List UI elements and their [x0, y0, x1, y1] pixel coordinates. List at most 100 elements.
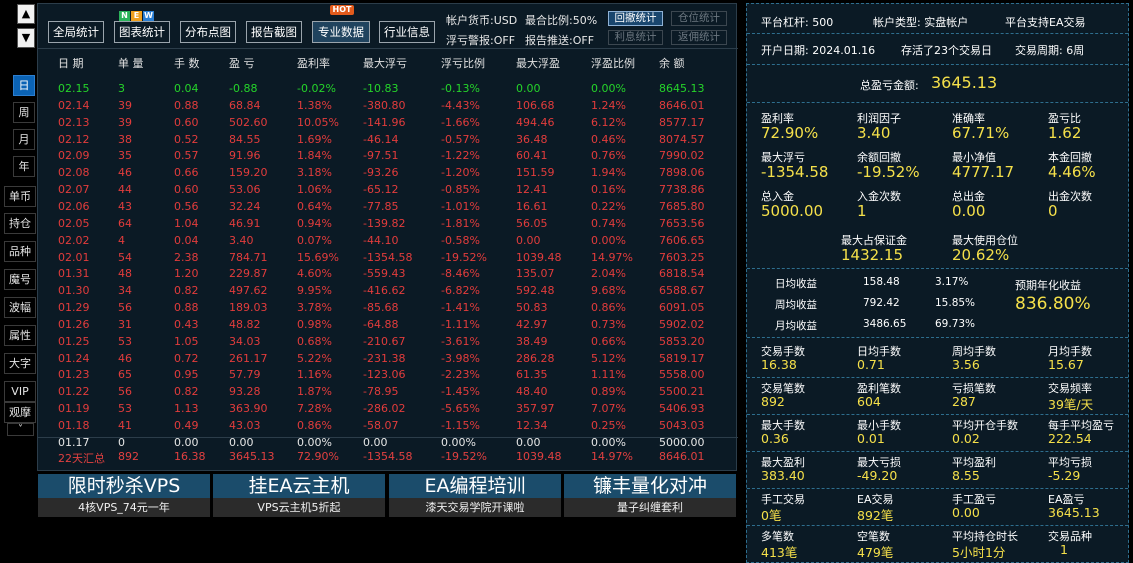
- ad-banner[interactable]: 挂EA云主机 VPS云主机5折起: [213, 474, 385, 517]
- table-cell: 36.48: [516, 132, 548, 146]
- table-cell: 48.40: [516, 385, 548, 399]
- column-header[interactable]: 最大浮盈: [516, 55, 560, 71]
- left-nav-item[interactable]: 属性: [4, 325, 36, 346]
- table-cell: 46.91: [229, 216, 261, 230]
- left-nav-item[interactable]: 魔号: [4, 269, 36, 290]
- table-row[interactable]: 01.24 46 0.72 261.17 5.22% -231.38 -3.98% 286.2…: [38, 352, 738, 369]
- column-header[interactable]: 余 额: [659, 55, 685, 71]
- ad-subtitle[interactable]: VPS云主机5折起: [213, 498, 385, 517]
- stat-value: 3.40: [857, 124, 891, 142]
- report-push: 报告推送:OFF: [525, 34, 595, 47]
- table-row[interactable]: 02.08 46 0.66 159.20 3.18% -93.26 -1.20% 151.59…: [38, 166, 738, 183]
- table-row[interactable]: 02.01 54 2.38 784.71 15.69% -1354.58 -19.52% 10…: [38, 251, 738, 268]
- table-cell: 0.60: [174, 115, 199, 129]
- ad-banner[interactable]: EA编程培训 漆天交易学院开课啦: [389, 474, 561, 517]
- table-row[interactable]: 02.07 44 0.60 53.06 1.06% -65.12 -0.85% 12.41 0.…: [38, 183, 738, 200]
- ad-subtitle[interactable]: 4核VPS_74元一年: [38, 498, 210, 517]
- industry-info-button[interactable]: 行业信息: [379, 21, 435, 43]
- left-nav-item[interactable]: 波幅: [4, 297, 36, 318]
- summary-cell: 3645.13: [229, 450, 275, 463]
- left-nav-item[interactable]: 单币: [4, 186, 36, 207]
- table-cell: 0.00: [516, 82, 541, 95]
- drawdown-stats-button[interactable]: 回撤统计: [608, 11, 663, 26]
- table-cell: -0.85%: [441, 183, 480, 197]
- pro-data-button[interactable]: 专业数据: [312, 21, 370, 43]
- account-summary-panel: 平台杠杆: 500 帐户类型: 实盘帐户 平台支持EA交易 开户日期: 2024…: [746, 3, 1129, 563]
- table-cell: 0.89%: [591, 385, 626, 399]
- left-nav-item[interactable]: 周: [13, 102, 35, 123]
- table-row[interactable]: 01.19 53 1.13 363.90 7.28% -286.02 -5.65% 357.9…: [38, 402, 738, 419]
- max-ratio: 最合比例:50%: [525, 14, 598, 27]
- table-row[interactable]: 02.06 43 0.56 32.24 0.64% -77.85 -1.01% 16.61 0.…: [38, 200, 738, 217]
- table-row[interactable]: 01.26 31 0.43 48.82 0.98% -64.88 -1.11% 42.97 0.…: [38, 318, 738, 335]
- ad-title[interactable]: 镰丰量化对冲: [564, 474, 736, 498]
- table-row[interactable]: 01.22 56 0.82 93.28 1.87% -78.95 -1.45% 48.40 0.…: [38, 385, 738, 402]
- column-header[interactable]: 盈利率: [297, 55, 330, 71]
- report-screenshot-button[interactable]: 报告截图: [246, 21, 302, 43]
- left-nav-item[interactable]: 观摩: [4, 402, 36, 423]
- chart-stats-button[interactable]: 图表统计: [114, 21, 170, 43]
- scroll-up-button[interactable]: ▲: [17, 4, 35, 24]
- ad-banner[interactable]: 镰丰量化对冲 量子纠缠套利: [564, 474, 736, 517]
- column-header[interactable]: 日 期: [58, 55, 84, 71]
- table-row[interactable]: 01.31 48 1.20 229.87 4.60% -559.43 -8.46% 135.0…: [38, 267, 738, 284]
- ad-subtitle[interactable]: 量子纠缠套利: [564, 498, 736, 517]
- ad-title[interactable]: 限时秒杀VPS: [38, 474, 210, 498]
- table-cell: 01.18: [58, 419, 90, 432]
- table-cell: 34.03: [229, 334, 261, 348]
- distribution-chart-button[interactable]: 分布点图: [180, 21, 236, 43]
- column-header[interactable]: 单 量: [118, 55, 144, 71]
- more-chevron-icon[interactable]: ˅: [7, 423, 34, 436]
- column-header[interactable]: 手 数: [174, 55, 200, 71]
- left-nav-item[interactable]: 持仓: [4, 213, 36, 234]
- position-stats-button[interactable]: 仓位统计: [671, 11, 727, 26]
- table-row[interactable]: 01.30 34 0.82 497.62 9.95% -416.62 -6.82% 592.4…: [38, 284, 738, 301]
- table-row[interactable]: 01.23 65 0.95 57.79 1.16% -123.06 -2.23% 61.35 1…: [38, 368, 738, 385]
- table-cell: 02.05: [58, 216, 90, 230]
- table-row[interactable]: 02.05 64 1.04 46.91 0.94% -139.82 -1.81% 56.05 0…: [38, 217, 738, 234]
- global-stats-button[interactable]: 全局统计: [48, 21, 104, 43]
- table-cell: 0.74%: [591, 216, 626, 230]
- left-nav-item[interactable]: 品种: [4, 241, 36, 262]
- left-nav-item[interactable]: VIP: [4, 381, 36, 402]
- table-cell: -64.88: [363, 317, 399, 331]
- avg-percent: 15.85%: [935, 297, 976, 309]
- left-nav-item[interactable]: 年: [13, 156, 35, 177]
- ad-banner[interactable]: 限时秒杀VPS 4核VPS_74元一年: [38, 474, 210, 517]
- ad-title[interactable]: EA编程培训: [389, 474, 561, 498]
- column-header[interactable]: 盈 亏: [229, 55, 255, 71]
- ad-title[interactable]: 挂EA云主机: [213, 474, 385, 498]
- rebate-stats-button[interactable]: 返佣统计: [671, 30, 727, 45]
- table-cell: 39: [118, 98, 132, 112]
- column-header[interactable]: 浮盈比例: [591, 55, 635, 71]
- stat-value: 0笔: [761, 508, 782, 523]
- table-row[interactable]: 01.29 56 0.88 189.03 3.78% -85.68 -1.41% 50.83 0…: [38, 301, 738, 318]
- table-cell: 32.24: [229, 199, 261, 213]
- left-nav-item[interactable]: 日: [13, 75, 35, 96]
- table-cell: 106.68: [516, 98, 555, 112]
- interest-stats-button[interactable]: 利息统计: [608, 30, 663, 45]
- table-row[interactable]: 02.15 3 0.04 -0.88 -0.02% -10.83 -0.13% 0.00 0.0…: [38, 82, 738, 99]
- table-row[interactable]: 02.09 35 0.57 91.96 1.84% -97.51 -1.22% 60.41 0.…: [38, 149, 738, 166]
- table-row[interactable]: 02.13 39 0.60 502.60 10.05% -141.96 -1.66% 494.…: [38, 116, 738, 133]
- stat-value: 604: [857, 394, 881, 409]
- table-cell: 3.78%: [297, 301, 332, 315]
- table-cell: 48: [118, 267, 132, 281]
- table-cell: 7898.06: [659, 166, 705, 180]
- table-cell: 3: [118, 82, 125, 95]
- ad-subtitle[interactable]: 漆天交易学院开课啦: [389, 498, 561, 517]
- table-cell: 0.00%: [591, 233, 626, 247]
- table-row[interactable]: 02.02 4 0.04 3.40 0.07% -44.10 -0.58% 0.00 0.00%…: [38, 234, 738, 251]
- table-row[interactable]: 01.18 41 0.49 43.03 0.86% -58.07 -1.15% 12.34 0.…: [38, 419, 738, 436]
- table-cell: 0.66%: [591, 334, 626, 348]
- table-row[interactable]: 02.12 38 0.52 84.55 1.69% -46.14 -0.57% 36.48 0.…: [38, 133, 738, 150]
- left-nav-item[interactable]: 大字: [4, 353, 36, 374]
- table-row[interactable]: 02.14 39 0.88 68.84 1.38% -380.80 -4.43% 106.68…: [38, 99, 738, 116]
- column-header[interactable]: 浮亏比例: [441, 55, 485, 71]
- column-header[interactable]: 最大浮亏: [363, 55, 407, 71]
- account-currency: 帐户货币:USD: [446, 14, 518, 27]
- table-cell: 9.95%: [297, 284, 332, 298]
- left-nav-item[interactable]: 月: [13, 129, 35, 150]
- scroll-down-button[interactable]: ▼: [17, 28, 35, 48]
- table-row[interactable]: 01.25 53 1.05 34.03 0.68% -210.67 -3.61% 38.49 0…: [38, 335, 738, 352]
